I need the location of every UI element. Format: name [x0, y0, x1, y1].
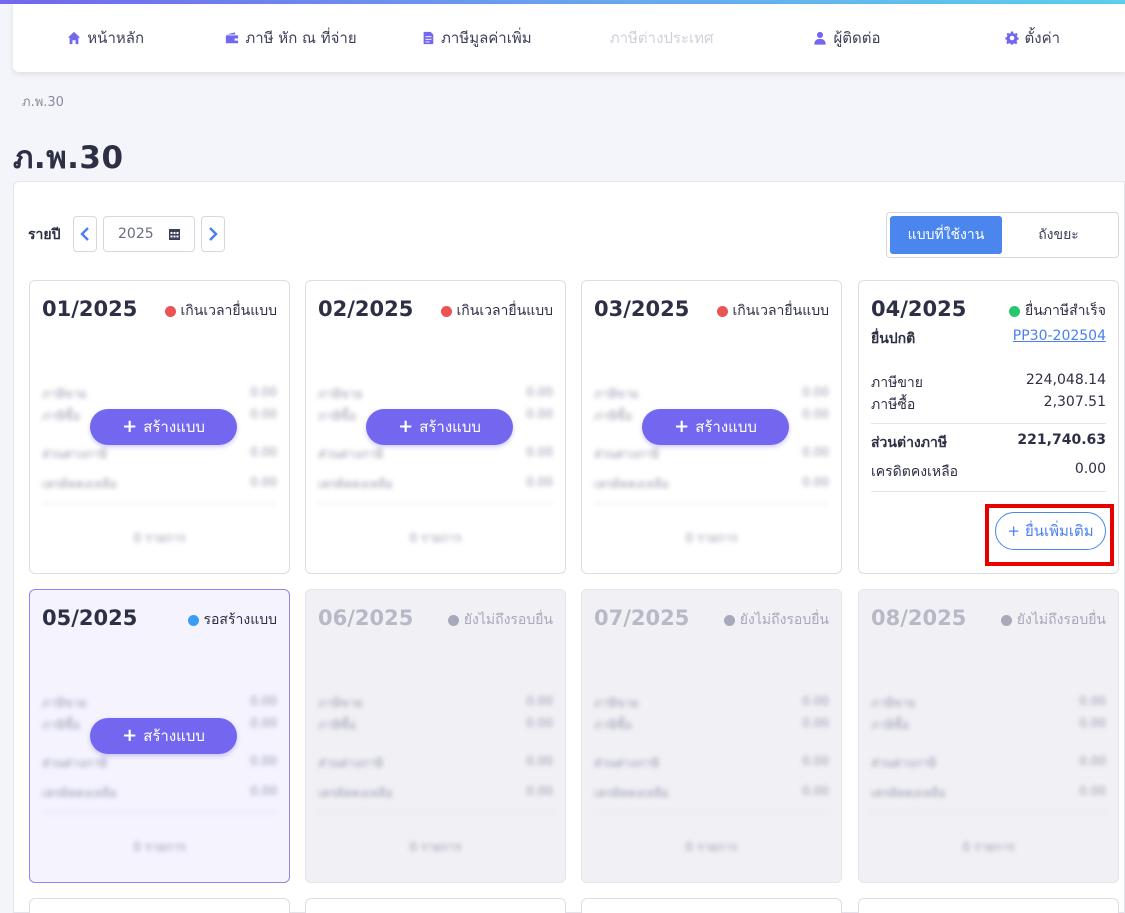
create-form-button[interactable]: + สร้างแบบ — [366, 409, 513, 445]
status-text: รอสร้างแบบ — [203, 612, 278, 628]
nav-item-settings[interactable]: ตั้งค่า — [940, 26, 1125, 50]
status-text: เกินเวลายื่นแบบ — [456, 303, 554, 319]
status-text: ยังไม่ถึงรอบยื่น — [739, 612, 829, 628]
wallet-icon — [226, 32, 239, 44]
status-badge: เกินเวลายื่นแบบ — [164, 300, 278, 322]
card-period: 07/2025 — [594, 606, 690, 630]
nav-label-home: หน้าหลัก — [87, 29, 145, 47]
status-text: เกินเวลายื่นแบบ — [180, 303, 278, 319]
nav-item-contacts[interactable]: ผู้ติดต่อ — [754, 26, 939, 50]
status-dot-icon — [447, 614, 459, 626]
placeholder-summary: ภาษีขาย 0.00 ภาษีซื้อ 0.00 ส่วนต่างภาษี 0.0… — [594, 385, 829, 545]
nav-label-settings: ตั้งค่า — [1024, 29, 1061, 47]
nav-label-foreign-tax: ภาษีต่างประเทศ — [609, 29, 714, 47]
placeholder-summary: ภาษีขาย 0.00 ภาษีซื้อ 0.00 ส่วนต่างภาษี 0.0… — [42, 694, 277, 854]
status-text: ยังไม่ถึงรอบยื่น — [1016, 612, 1106, 628]
nav-item-vat[interactable]: ภาษีมูลค่าเพิ่ม — [384, 26, 569, 50]
placeholder-summary: ภาษีขาย 0.00 ภาษีซื้อ 0.00 ส่วนต่างภาษี 0.0… — [42, 385, 277, 545]
plus-icon: + — [398, 415, 414, 437]
plus-icon: + — [674, 415, 690, 437]
year-filter-label: รายปี — [28, 227, 61, 243]
period-card-partial — [29, 898, 290, 913]
nav-item-withholding-tax[interactable]: ภาษี หัก ณ ที่จ่าย — [198, 26, 383, 50]
active-forms-tab[interactable]: แบบที่ใช้งาน — [890, 216, 1002, 254]
status-dot-icon — [1000, 614, 1012, 626]
create-form-button[interactable]: + สร้างแบบ — [90, 718, 237, 754]
create-form-button[interactable]: + สร้างแบบ — [642, 409, 789, 445]
plus-icon: + — [122, 724, 138, 746]
highlight-annotation — [985, 504, 1114, 566]
document-icon — [423, 31, 434, 45]
nav-label-contacts: ผู้ติดต่อ — [833, 29, 881, 47]
status-badge: ยื่นภาษีสำเร็จ — [1008, 300, 1106, 322]
placeholder-summary: ภาษีขาย 0.00 ภาษีซื้อ 0.00 ส่วนต่างภาษี 0.0… — [318, 694, 553, 854]
card-period: 06/2025 — [318, 606, 414, 630]
nav-item-foreign-tax: ภาษีต่างประเทศ — [569, 26, 754, 50]
nav-label-vat: ภาษีมูลค่าเพิ่ม — [441, 29, 532, 47]
status-dot-icon — [716, 305, 728, 317]
status-badge: ยังไม่ถึงรอบยื่น — [723, 609, 829, 631]
status-text: ยื่นภาษีสำเร็จ — [1024, 303, 1106, 319]
card-period: 05/2025 — [42, 606, 138, 630]
period-card-current: 05/2025 รอสร้างแบบ ภาษีขาย 0.00 ภาษีซื้อ 0… — [29, 589, 290, 883]
view-toggle: แบบที่ใช้งาน ถังขยะ — [886, 212, 1119, 258]
create-form-button[interactable]: + สร้างแบบ — [90, 409, 237, 445]
main-nav: หน้าหลัก ภาษี หัก ณ ที่จ่าย ภาษีมูลค่าเพ… — [13, 4, 1125, 72]
placeholder-summary: ภาษีขาย 0.00 ภาษีซื้อ 0.00 ส่วนต่างภาษี 0.0… — [318, 385, 553, 545]
placeholder-summary: ภาษีขาย 0.00 ภาษีซื้อ 0.00 ส่วนต่างภาษี 0.0… — [594, 694, 829, 854]
period-card-future: 07/2025 ยังไม่ถึงรอบยื่น ภาษีขาย 0.00 ภาษ… — [581, 589, 842, 883]
tax-difference-row: ส่วนต่างภาษี 221,740.63 — [871, 432, 1106, 451]
card-period: 04/2025 — [871, 297, 967, 321]
status-badge: รอสร้างแบบ — [187, 609, 278, 631]
credit-remaining-row: เครดิตคงเหลือ 0.00 — [871, 461, 1106, 480]
calendar-icon — [169, 229, 180, 240]
card-period: 02/2025 — [318, 297, 414, 321]
trash-tab[interactable]: ถังขยะ — [1002, 216, 1115, 254]
period-card-future: 06/2025 ยังไม่ถึงรอบยื่น ภาษีขาย 0.00 ภาษ… — [305, 589, 566, 883]
plus-icon: + — [122, 415, 138, 437]
status-badge: เกินเวลายื่นแบบ — [440, 300, 554, 322]
divider — [871, 491, 1106, 492]
card-period: 03/2025 — [594, 297, 690, 321]
period-card-future: 08/2025 ยังไม่ถึงรอบยื่น ภาษีขาย 0.00 ภาษ… — [858, 589, 1119, 883]
user-icon — [814, 31, 827, 45]
year-value: 2025 — [118, 226, 154, 242]
breadcrumb[interactable]: ภ.พ.30 — [22, 91, 64, 112]
filing-reference-link[interactable]: PP30-202504 — [1013, 328, 1106, 344]
nav-label-withholding-tax: ภาษี หัก ณ ที่จ่าย — [245, 29, 357, 47]
home-icon — [68, 31, 81, 45]
period-card: 03/2025 เกินเวลายื่นแบบ ภาษีขาย 0.00 ภาษี… — [581, 280, 842, 574]
gear-icon — [1004, 31, 1019, 45]
period-card-partial — [581, 898, 842, 913]
year-picker-input[interactable]: 2025 — [103, 216, 195, 252]
period-card-partial — [305, 898, 566, 913]
purchase-tax-row: ภาษีซื้อ 2,307.51 — [871, 394, 1106, 413]
status-dot-icon — [440, 305, 452, 317]
status-text: ยังไม่ถึงรอบยื่น — [463, 612, 553, 628]
prev-year-button[interactable] — [73, 216, 97, 252]
next-year-button[interactable] — [201, 216, 225, 252]
chevron-right-icon — [209, 227, 218, 241]
placeholder-summary: ภาษีขาย 0.00 ภาษีซื้อ 0.00 ส่วนต่างภาษี 0.0… — [871, 694, 1106, 854]
page-title: ภ.พ.30 — [13, 140, 124, 176]
chevron-left-icon — [80, 227, 89, 241]
status-dot-icon — [187, 614, 199, 626]
status-dot-icon — [164, 305, 176, 317]
filing-type: ยื่นปกติ — [871, 331, 916, 347]
status-text: เกินเวลายื่นแบบ — [732, 303, 830, 319]
status-dot-icon — [1008, 305, 1020, 317]
period-card: 02/2025 เกินเวลายื่นแบบ ภาษีขาย 0.00 ภาษี… — [305, 280, 566, 574]
period-card-partial — [858, 898, 1119, 913]
status-badge: ยังไม่ถึงรอบยื่น — [1000, 609, 1106, 631]
divider — [871, 423, 1106, 424]
card-period: 08/2025 — [871, 606, 967, 630]
period-card: 01/2025 เกินเวลายื่นแบบ ภาษีขาย 0.00 ภาษี… — [29, 280, 290, 574]
card-period: 01/2025 — [42, 297, 138, 321]
status-badge: ยังไม่ถึงรอบยื่น — [447, 609, 553, 631]
nav-item-home[interactable]: หน้าหลัก — [13, 26, 198, 50]
sales-tax-row: ภาษีขาย 224,048.14 — [871, 372, 1106, 391]
status-badge: เกินเวลายื่นแบบ — [716, 300, 830, 322]
status-dot-icon — [723, 614, 735, 626]
